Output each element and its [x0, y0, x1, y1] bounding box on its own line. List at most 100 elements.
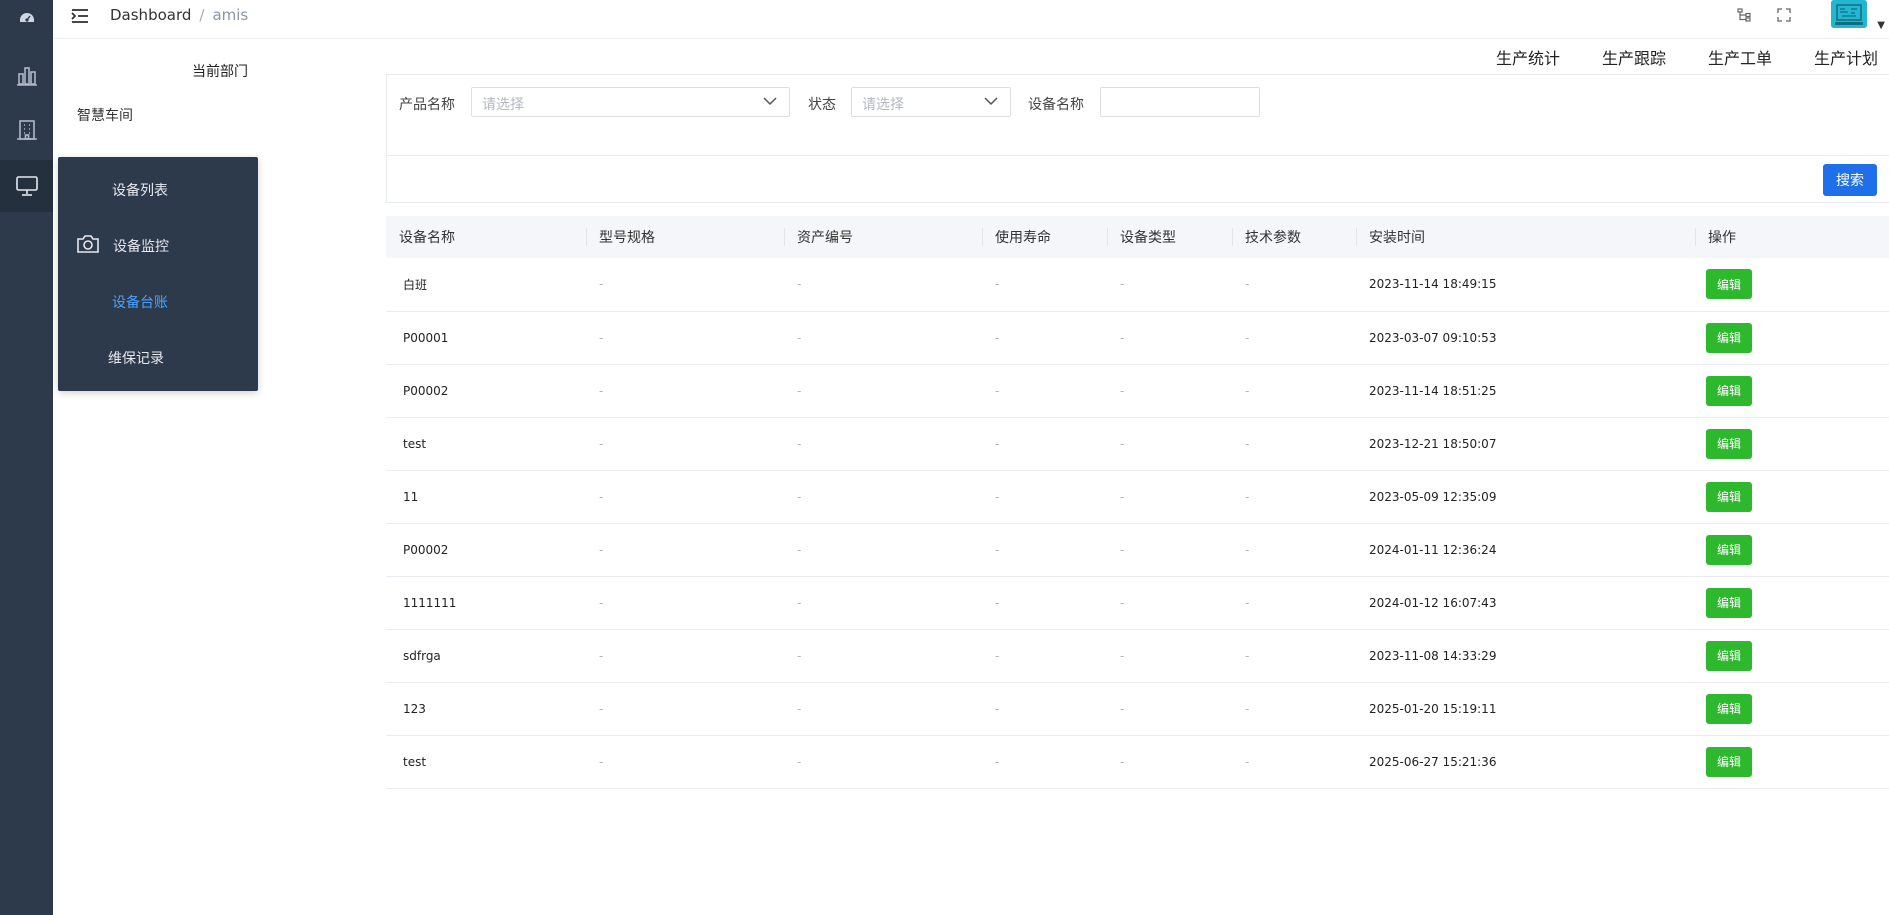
bar-chart-icon[interactable]: [0, 50, 53, 102]
menu-item-label: 设备台账: [112, 295, 168, 311]
edit-button[interactable]: 编辑: [1706, 375, 1752, 406]
search-button[interactable]: 搜索: [1823, 164, 1877, 196]
tab-production-plan[interactable]: 生产计划: [1814, 45, 1878, 69]
status-label: 状态: [808, 97, 836, 113]
cell-params: -: [1232, 576, 1356, 630]
table-row: test - - - - -2025-06-27 15:21:36 编辑: [386, 735, 1889, 789]
edit-button[interactable]: 编辑: [1706, 534, 1752, 565]
product-name-select[interactable]: 请选择: [471, 87, 790, 117]
edit-button[interactable]: 编辑: [1706, 693, 1752, 724]
cell-model: -: [586, 311, 784, 365]
column-header[interactable]: 设备类型: [1107, 216, 1232, 258]
cell-time: 2023-05-09 12:35:09: [1356, 470, 1695, 524]
cell-params: -: [1232, 364, 1356, 418]
edit-button[interactable]: 编辑: [1706, 746, 1752, 777]
column-header[interactable]: 操作: [1695, 216, 1889, 258]
sitemap-icon[interactable]: [1733, 4, 1755, 26]
sidebar-toggle-icon[interactable]: [69, 5, 91, 27]
edit-button[interactable]: 编辑: [1706, 269, 1752, 300]
cell-type: -: [1107, 735, 1232, 789]
monitor-icon[interactable]: [0, 160, 53, 212]
cell-name: 白班: [386, 258, 586, 312]
table-row: sdfrga - - - - -2023-11-08 14:33:29 编辑: [386, 629, 1889, 683]
user-avatar[interactable]: [1831, 0, 1867, 28]
breadcrumb: Dashboard / amis: [110, 6, 248, 24]
menu-item-label: 设备监控: [113, 239, 169, 255]
edit-button[interactable]: 编辑: [1706, 322, 1752, 353]
menu-item-device-monitor[interactable]: 设备监控: [58, 221, 258, 271]
cell-params: -: [1232, 311, 1356, 365]
cell-time: 2023-11-08 14:33:29: [1356, 629, 1695, 683]
camera-icon: [76, 233, 100, 259]
column-header[interactable]: 设备名称: [386, 216, 586, 258]
cell-params: -: [1232, 258, 1356, 312]
edit-button[interactable]: 编辑: [1706, 640, 1752, 671]
cell-time: 2023-11-14 18:49:15: [1356, 258, 1695, 312]
cell-params: -: [1232, 735, 1356, 789]
cell-params: -: [1232, 682, 1356, 736]
cell-life: -: [982, 470, 1107, 524]
search-form: 产品名称 请选择 状态 请选择 设备名称 搜索: [386, 74, 1889, 203]
cell-life: -: [982, 311, 1107, 365]
cell-type: -: [1107, 364, 1232, 418]
breadcrumb-separator: /: [199, 6, 205, 24]
cell-params: -: [1232, 470, 1356, 524]
menu-item-device-ledger[interactable]: 设备台账: [58, 277, 258, 327]
cell-name: 1111111: [386, 576, 586, 630]
table-row: P00002- - - - -2024-01-11 12:36:24 编辑: [386, 523, 1889, 577]
cell-name: test: [386, 735, 586, 789]
table-row: P00002- - - - -2023-11-14 18:51:25 编辑: [386, 364, 1889, 418]
cell-name: test: [386, 417, 586, 471]
breadcrumb-home[interactable]: Dashboard: [110, 6, 191, 24]
cell-name: P00002: [386, 523, 586, 577]
table-header-row: 设备名称 型号规格 资产编号 使用寿命 设备类型 技术参数 安装时间 操作: [386, 216, 1889, 258]
top-header: Dashboard / amis ▼: [53, 0, 1889, 39]
avatar-caret-icon[interactable]: ▼: [1877, 20, 1885, 31]
cell-actions: 编辑: [1695, 311, 1889, 365]
cell-asset: -: [784, 258, 982, 312]
tab-production-tracking[interactable]: 生产跟踪: [1602, 45, 1666, 69]
cell-params: -: [1232, 417, 1356, 471]
tab-production-stats[interactable]: 生产统计: [1496, 45, 1560, 69]
cell-type: -: [1107, 523, 1232, 577]
cell-life: -: [982, 629, 1107, 683]
cell-params: -: [1232, 523, 1356, 577]
edit-button[interactable]: 编辑: [1706, 587, 1752, 618]
cell-params: -: [1232, 629, 1356, 683]
left-rail: [0, 0, 53, 915]
tab-production-orders[interactable]: 生产工单: [1708, 45, 1772, 69]
edit-button[interactable]: 编辑: [1706, 481, 1752, 512]
cell-time: 2024-01-12 16:07:43: [1356, 576, 1695, 630]
column-header[interactable]: 使用寿命: [982, 216, 1107, 258]
cell-life: -: [982, 682, 1107, 736]
menu-item-device-list[interactable]: 设备列表: [58, 165, 258, 215]
cell-type: -: [1107, 576, 1232, 630]
cell-asset: -: [784, 576, 982, 630]
menu-item-label: 设备列表: [112, 183, 168, 199]
cell-actions: 编辑: [1695, 470, 1889, 524]
column-header[interactable]: 型号规格: [586, 216, 784, 258]
dashboard-logo-icon[interactable]: [0, 0, 53, 36]
device-name-input[interactable]: [1100, 87, 1260, 117]
column-header[interactable]: 资产编号: [784, 216, 982, 258]
fullscreen-icon[interactable]: [1773, 4, 1795, 26]
edit-button[interactable]: 编辑: [1706, 428, 1752, 459]
building-icon[interactable]: [0, 104, 53, 156]
cell-model: -: [586, 364, 784, 418]
cell-type: -: [1107, 470, 1232, 524]
status-select[interactable]: 请选择: [851, 87, 1011, 117]
cell-model: -: [586, 470, 784, 524]
cell-name: P00001: [386, 311, 586, 365]
cell-name: sdfrga: [386, 629, 586, 683]
column-header[interactable]: 技术参数: [1232, 216, 1356, 258]
cell-time: 2024-01-11 12:36:24: [1356, 523, 1695, 577]
column-header[interactable]: 安装时间: [1356, 216, 1695, 258]
cell-asset: -: [784, 523, 982, 577]
cell-asset: -: [784, 629, 982, 683]
device-submenu: 设备列表 设备监控 设备台账 维保记录: [58, 157, 258, 391]
cell-life: -: [982, 364, 1107, 418]
menu-item-maintenance-records[interactable]: 维保记录: [58, 333, 258, 383]
cell-actions: 编辑: [1695, 258, 1889, 312]
cell-life: -: [982, 417, 1107, 471]
department-item[interactable]: 智慧车间: [77, 105, 133, 125]
